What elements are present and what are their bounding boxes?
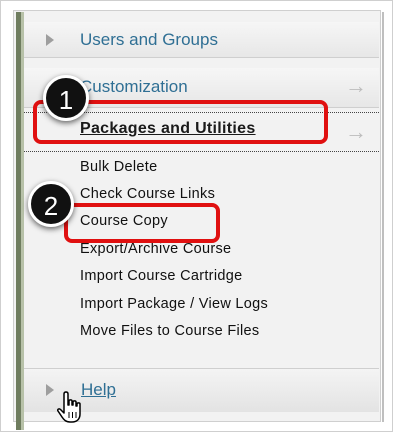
submenu-import-course-cartridge[interactable]: Import Course Cartridge <box>80 268 242 284</box>
menu-item-label[interactable]: Customization <box>80 77 188 97</box>
step-badge-2: 2 <box>28 181 74 227</box>
highlight-course-copy <box>64 203 220 243</box>
expand-triangle-icon[interactable] <box>46 384 54 396</box>
right-arrow-icon: → <box>345 73 367 98</box>
menu-item-label[interactable]: Help <box>81 380 116 400</box>
step-badge-1: 1 <box>43 75 89 121</box>
menu-item-label[interactable]: Users and Groups <box>80 30 218 50</box>
submenu-check-course-links[interactable]: Check Course Links <box>80 186 215 202</box>
menu-item-users-and-groups[interactable]: Users and Groups <box>24 22 379 58</box>
submenu-bulk-delete[interactable]: Bulk Delete <box>80 159 157 175</box>
submenu-import-package-view-logs[interactable]: Import Package / View Logs <box>80 296 268 312</box>
submenu-move-files[interactable]: Move Files to Course Files <box>80 323 259 339</box>
submenu-export-archive-course[interactable]: Export/Archive Course <box>80 241 231 257</box>
right-arrow-icon: → <box>345 119 367 144</box>
hand-cursor-icon <box>57 391 81 423</box>
menu-right-border <box>382 12 384 422</box>
expand-triangle-icon[interactable] <box>46 34 54 46</box>
